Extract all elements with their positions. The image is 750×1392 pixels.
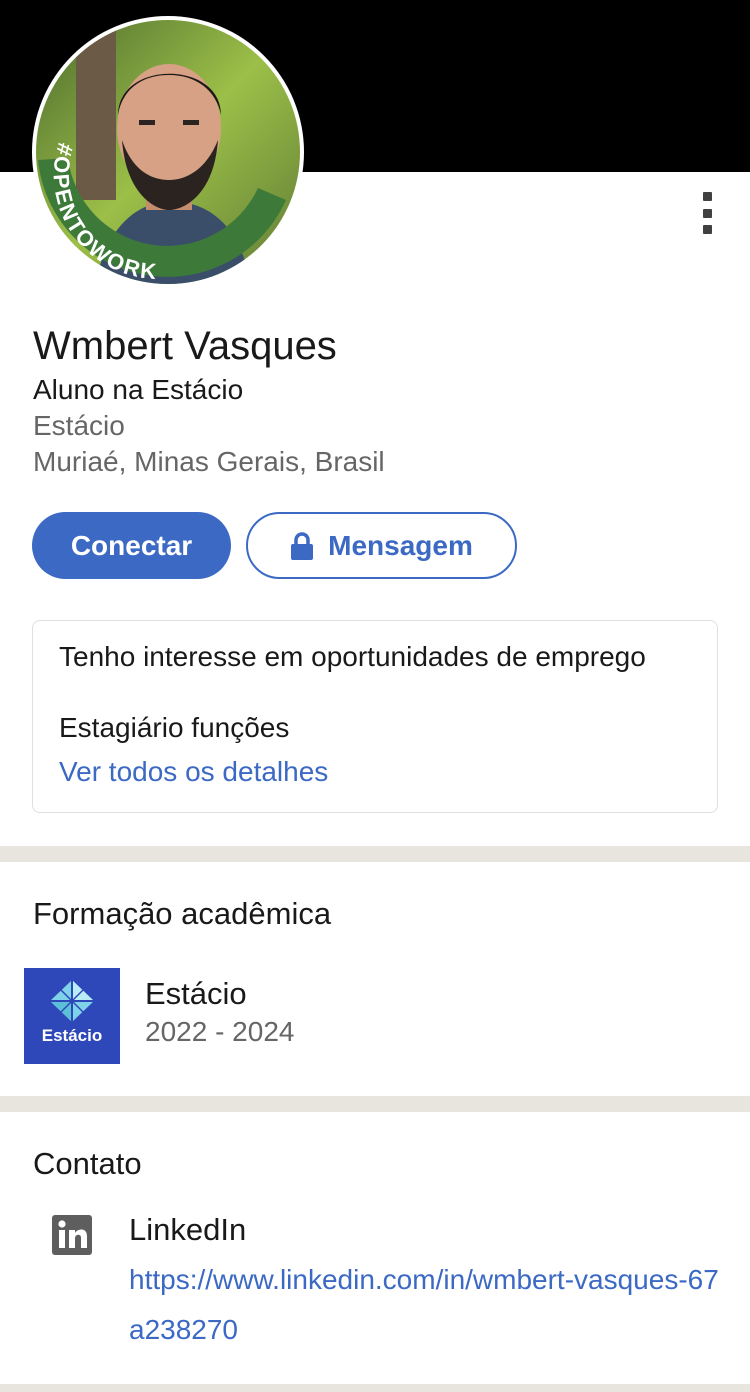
vertical-dots-icon — [702, 192, 712, 201]
connect-button[interactable]: Conectar — [32, 512, 231, 579]
estacio-logo-text: Estácio — [42, 1026, 102, 1045]
profile-company: Estácio — [33, 410, 125, 441]
profile-photo[interactable]: #OPENTOWORK — [32, 16, 304, 288]
profile-location: Muriaé, Minas Gerais, Brasil — [33, 446, 385, 477]
contact-section-title: Contato — [33, 1146, 142, 1181]
more-options-button[interactable] — [692, 190, 722, 236]
avatar: #OPENTOWORK — [36, 20, 300, 284]
section-divider — [0, 1384, 750, 1392]
lock-icon — [291, 531, 314, 560]
education-years: 2022 - 2024 — [145, 1016, 295, 1047]
profile-name: Wmbert Vasques — [33, 324, 337, 368]
contact-linkedin-link[interactable]: https://www.linkedin.com/in/wmbert-vasqu… — [129, 1255, 719, 1355]
education-section-title: Formação acadêmica — [33, 896, 332, 931]
see-all-details-link[interactable]: Ver todos os detalhes — [59, 755, 328, 789]
section-divider — [0, 1096, 750, 1112]
section-divider — [0, 846, 750, 862]
profile-headline: Aluno na Estácio — [33, 374, 244, 405]
contact-linkedin-label: LinkedIn — [129, 1212, 247, 1247]
estacio-logo-icon: Estácio — [42, 980, 102, 1045]
open-to-work-roles: Estagiário funções — [59, 712, 290, 743]
estacio-logo[interactable]: Estácio — [24, 968, 120, 1064]
message-button[interactable]: Mensagem — [246, 512, 517, 579]
open-to-work-card: Tenho interesse em oportunidades de empr… — [32, 620, 718, 813]
avatar-image: #OPENTOWORK — [36, 20, 300, 284]
linkedin-icon — [52, 1215, 92, 1255]
connect-button-label: Conectar — [70, 529, 193, 561]
education-school[interactable]: Estácio — [145, 975, 247, 1013]
message-button-label: Mensagem — [328, 529, 473, 561]
open-to-work-title: Tenho interesse em oportunidades de empr… — [59, 641, 646, 672]
